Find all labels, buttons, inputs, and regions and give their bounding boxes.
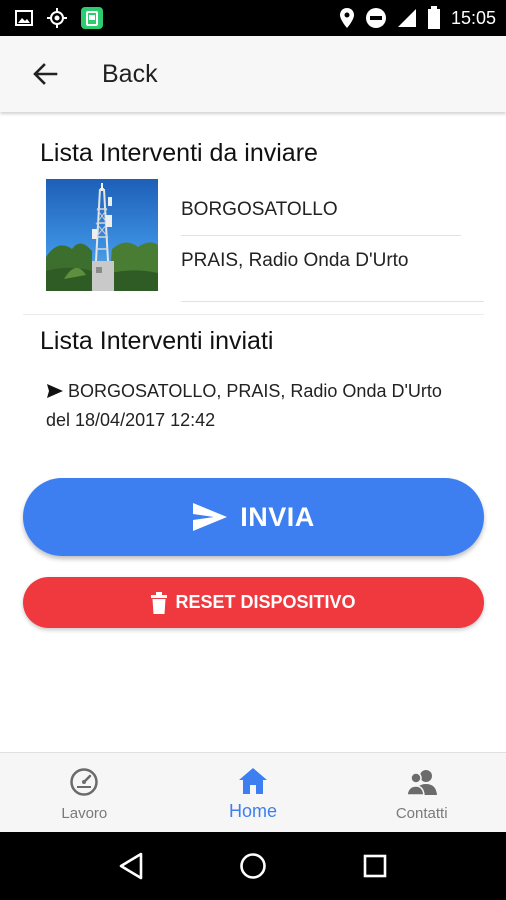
status-right-icons: 15:05 <box>339 6 506 30</box>
home-icon <box>239 768 267 794</box>
location-icon <box>339 7 355 29</box>
sent-entry-description: BORGOSATOLLO, PRAIS, Radio Onda D'Urto <box>68 381 442 401</box>
speedometer-icon <box>70 768 99 796</box>
send-button-label: INVIA <box>240 501 315 532</box>
do-not-disturb-icon <box>365 7 387 29</box>
trash-icon <box>151 591 168 614</box>
sent-entry-line1: BORGOSATOLLO, PRAIS, Radio Onda D'Urto <box>46 377 442 406</box>
pending-item-line2: PRAIS, Radio Onda D'Urto <box>181 250 409 271</box>
system-back-button[interactable] <box>107 842 155 890</box>
system-home-button[interactable] <box>229 842 277 890</box>
signal-icon <box>397 8 417 28</box>
system-recents-button[interactable] <box>351 842 399 890</box>
circle-home-icon <box>240 853 266 879</box>
pending-list-title: Lista Interventi da inviare <box>40 139 318 167</box>
back-button[interactable] <box>22 51 68 97</box>
status-time: 15:05 <box>450 7 496 28</box>
send-small-icon <box>47 384 63 398</box>
app-bar: Back <box>0 36 506 112</box>
page-title[interactable]: Back <box>102 60 158 89</box>
triangle-back-icon <box>119 852 143 880</box>
system-navigation-bar <box>0 832 506 900</box>
gps-icon <box>46 7 68 29</box>
app-screen: 15:05 Back Lista Interventi da inviare B… <box>0 0 506 900</box>
square-recents-icon <box>363 854 387 878</box>
contacts-icon <box>405 770 437 796</box>
item-bottom-divider <box>181 301 484 302</box>
section-divider <box>23 314 484 315</box>
image-icon <box>14 8 34 28</box>
pending-item-line1: BORGOSATOLLO <box>181 199 338 220</box>
reset-device-button[interactable]: RESET DISPOSITIVO <box>23 577 484 628</box>
status-bar: 15:05 <box>0 0 506 36</box>
nav-item-lavoro[interactable]: Lavoro <box>0 753 169 832</box>
android-app-icon <box>80 6 104 30</box>
nav-label-home: Home <box>229 801 278 821</box>
send-button[interactable]: INVIA <box>23 478 484 556</box>
bottom-navigation: Lavoro Home Contatti <box>0 752 506 832</box>
sent-list-title: Lista Interventi inviati <box>40 327 274 355</box>
nav-label-contatti: Contatti <box>395 805 448 822</box>
nav-item-contatti[interactable]: Contatti <box>337 753 506 832</box>
arrow-left-icon <box>33 63 58 85</box>
antenna-tower-thumbnail <box>46 179 158 291</box>
item-line-divider <box>181 235 461 236</box>
nav-label-lavoro: Lavoro <box>61 805 108 822</box>
battery-icon <box>427 6 441 30</box>
sent-list-entry: BORGOSATOLLO, PRAIS, Radio Onda D'Urto d… <box>46 377 442 435</box>
reset-device-label: RESET DISPOSITIVO <box>175 592 356 612</box>
sent-entry-date: del 18/04/2017 12:42 <box>46 410 216 430</box>
send-icon <box>193 503 228 531</box>
status-left-icons <box>0 6 104 30</box>
nav-item-home[interactable]: Home <box>169 753 338 832</box>
